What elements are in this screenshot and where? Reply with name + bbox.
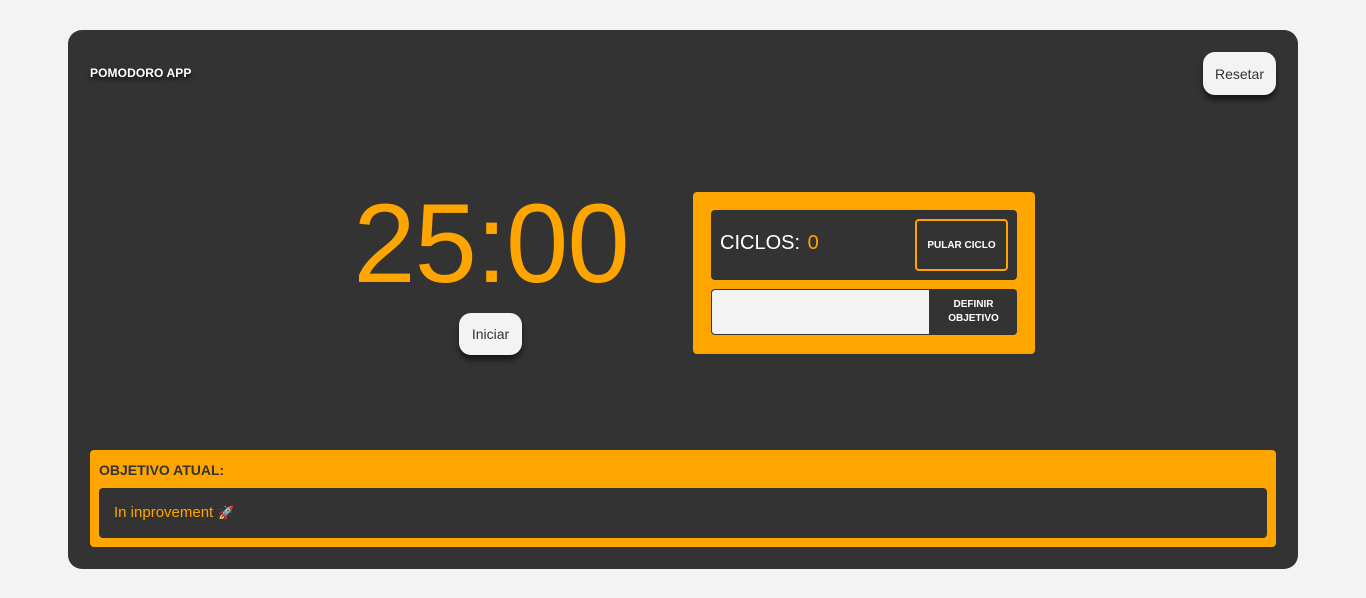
cycles-counter: CICLOS: 0 bbox=[720, 231, 819, 255]
current-goal-text-wrap: In inprovement 🚀 bbox=[114, 504, 234, 521]
reset-button[interactable]: Resetar bbox=[1203, 52, 1276, 95]
pomodoro-app-card: POMODORO APP Resetar 25:00 Iniciar CICLO… bbox=[68, 30, 1298, 569]
app-title: POMODORO APP bbox=[90, 66, 192, 80]
goal-input[interactable] bbox=[711, 289, 930, 335]
skip-cycle-button[interactable]: PULAR CICLO bbox=[915, 219, 1008, 271]
cycles-box: CICLOS: 0 PULAR CICLO bbox=[711, 210, 1017, 280]
cycles-label: CICLOS: bbox=[720, 232, 801, 254]
goal-form: DEFINIR OBJETIVO bbox=[711, 289, 1017, 335]
current-goal-box: In inprovement 🚀 bbox=[99, 488, 1267, 538]
define-goal-button[interactable]: DEFINIR OBJETIVO bbox=[930, 289, 1017, 335]
current-goal-text: In inprovement bbox=[114, 504, 214, 521]
control-panel: CICLOS: 0 PULAR CICLO DEFINIR OBJETIVO bbox=[693, 192, 1035, 354]
rocket-icon: 🚀 bbox=[218, 505, 235, 520]
current-goal-section: OBJETIVO ATUAL: In inprovement 🚀 bbox=[90, 450, 1276, 547]
current-goal-label: OBJETIVO ATUAL: bbox=[99, 462, 225, 478]
cycles-count: 0 bbox=[807, 232, 819, 254]
start-button[interactable]: Iniciar bbox=[459, 313, 522, 355]
timer-display: 25:00 bbox=[353, 181, 629, 306]
